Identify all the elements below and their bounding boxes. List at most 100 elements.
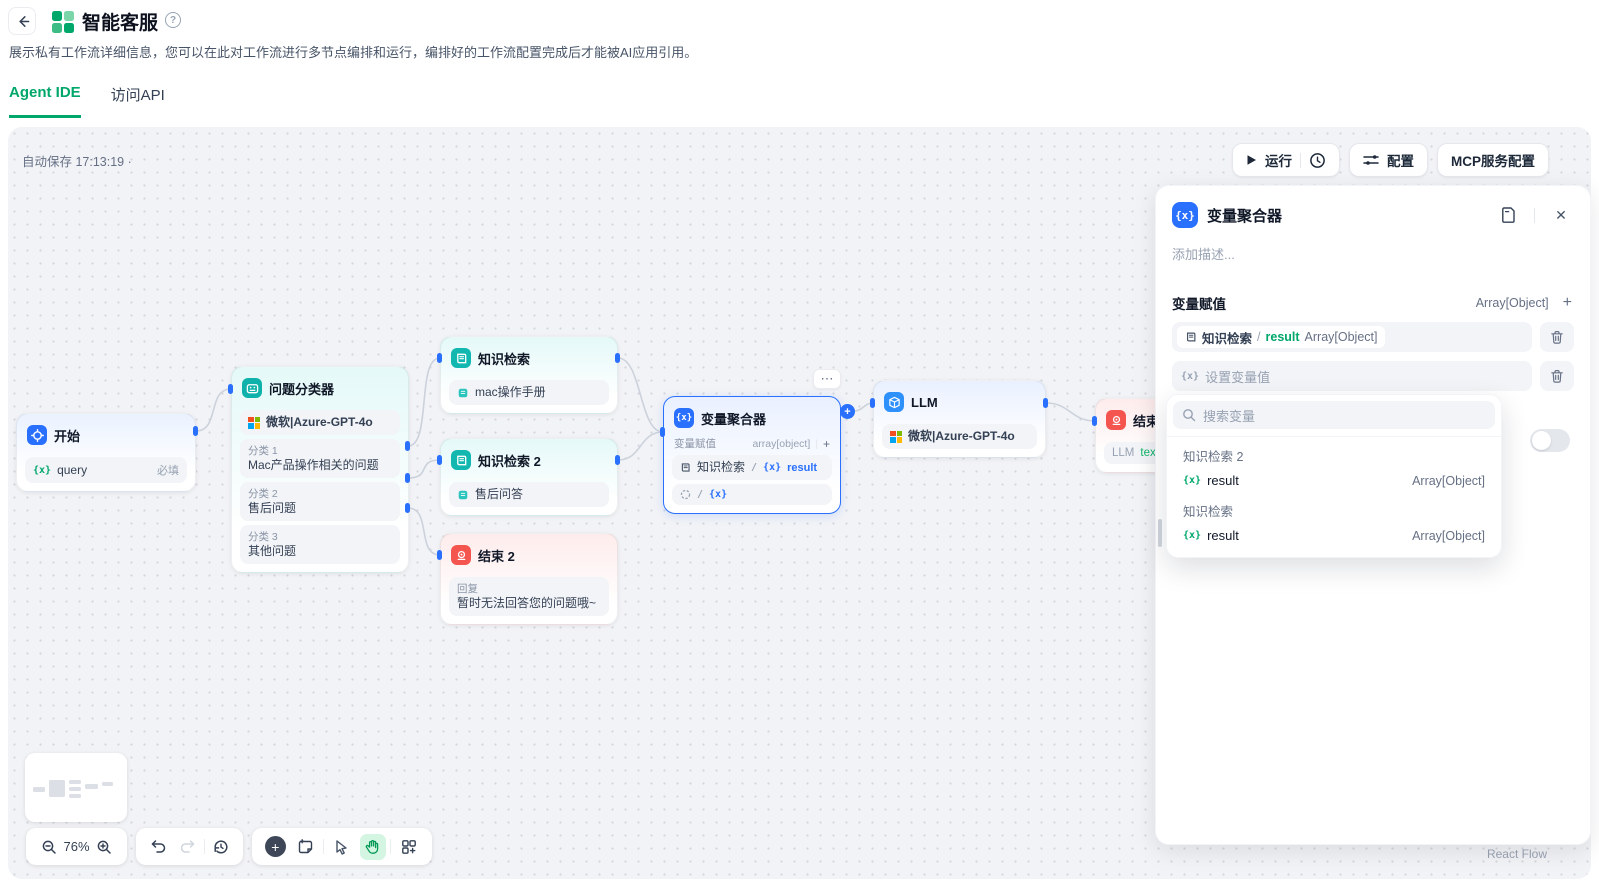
end2-reply-row[interactable]: 回复 暂时无法回答您的问题哦~ [449, 577, 609, 616]
dropdown-group-label: 知识检索 2 [1173, 439, 1495, 467]
panel-scrollbar-thumb[interactable] [1158, 519, 1162, 547]
slash: / [697, 489, 703, 500]
description-placeholder[interactable]: 添加描述... [1156, 228, 1590, 263]
book-icon [1185, 331, 1197, 343]
classifier-model-row[interactable]: 微软|Azure-GPT-4o [240, 410, 400, 435]
classifier-class-2[interactable]: 分类 2 售后问题 [240, 482, 400, 521]
plus-icon: + [271, 839, 279, 855]
zoom-in-button[interactable] [94, 834, 115, 860]
reply-label: 回复 [457, 582, 601, 596]
handle-in-llm[interactable] [870, 398, 875, 408]
assigned-variable-pill[interactable]: 知识检索 / result Array[Object] [1172, 322, 1532, 352]
node-llm[interactable]: LLM 微软|Azure-GPT-4o [873, 380, 1046, 458]
node-question-classifier[interactable]: 问题分类器 微软|Azure-GPT-4o 分类 1 Mac产品操作相关的问题 … [231, 366, 409, 573]
handle-out-kr1[interactable] [615, 353, 620, 363]
dropdown-item-result-kr1[interactable]: {x} result Array[Object] [1173, 522, 1495, 549]
add-note-button[interactable] [293, 834, 319, 860]
node-knowledge-retrieval-2[interactable]: 知识检索 2 售后问答 [440, 438, 618, 516]
add-assignment-button[interactable]: + [1563, 294, 1572, 312]
history-controls [136, 828, 243, 865]
aggregator-ref-row[interactable]: 知识检索 / {x} result [672, 455, 832, 480]
pointer-tool-button[interactable] [329, 834, 355, 860]
assign-label: 变量赋值 [674, 436, 716, 451]
auto-layout-button[interactable] [396, 834, 422, 860]
handle-in-classifier[interactable] [228, 384, 233, 394]
node-knowledge-retrieval[interactable]: 知识检索 mac操作手册 [440, 336, 618, 414]
variable-icon: {x} [709, 489, 727, 500]
llm-model-row[interactable]: 微软|Azure-GPT-4o [882, 424, 1037, 449]
close-panel-button[interactable]: ✕ [1550, 204, 1572, 226]
variable-picker-dropdown: 搜索变量 知识检索 2 {x} result Array[Object] 知识检… [1166, 394, 1502, 558]
handle-out-class-3[interactable] [405, 503, 410, 513]
undo-button[interactable] [146, 834, 172, 860]
redo-button[interactable] [175, 834, 201, 860]
reply-text: 暂时无法回答您的问题哦~ [457, 596, 596, 610]
page-subtitle: 展示私有工作流详细信息，您可以在此对工作流进行多节点编排和运行，编排好的工作流配… [9, 42, 697, 61]
arrow-left-icon [15, 14, 30, 29]
handle-in-end[interactable] [1092, 416, 1097, 426]
set-variable-placeholder: 设置变量值 [1205, 367, 1270, 386]
book-icon [451, 348, 471, 368]
handle-out-kr2[interactable] [615, 455, 620, 465]
microsoft-logo-icon [890, 431, 902, 443]
classifier-class-1[interactable]: 分类 1 Mac产品操作相关的问题 [240, 439, 400, 478]
version-history-button[interactable] [208, 834, 234, 860]
node-end-2[interactable]: 结束 2 回复 暂时无法回答您的问题哦~ [440, 533, 618, 625]
node-config-panel: {x} 变量聚合器 ✕ 添加描述... 变量赋值 Array[Object] +… [1155, 185, 1591, 845]
variable-type: Array[Object] [1412, 529, 1485, 543]
node-variable-aggregator[interactable]: {x} 变量聚合器 变量赋值 array[object] | + 知识检索 / … [663, 396, 841, 514]
delete-row-button[interactable] [1540, 322, 1574, 352]
divider [1167, 436, 1501, 437]
handle-in-end2[interactable] [437, 550, 442, 560]
variable-search-input[interactable]: 搜索变量 [1173, 401, 1495, 429]
variable-name: result [1207, 473, 1239, 488]
search-placeholder: 搜索变量 [1203, 406, 1255, 425]
tab-agent-ide[interactable]: Agent IDE [9, 84, 81, 118]
node-start[interactable]: 开始 {x} query 必填 [16, 413, 196, 492]
help-icon[interactable]: ? [165, 12, 181, 28]
tab-access-api[interactable]: 访问API [111, 84, 165, 118]
minimap[interactable] [25, 753, 127, 822]
ref-node-name: 知识检索 [697, 460, 745, 475]
model-name: 微软|Azure-GPT-4o [908, 429, 1015, 444]
divider [204, 839, 205, 854]
handle-in-aggregator[interactable] [660, 427, 665, 437]
variable-aggregator-icon: {x} [1172, 202, 1198, 228]
node-more-menu-button[interactable]: ⋯ [813, 369, 841, 389]
classifier-class-3[interactable]: 分类 3 其他问题 [240, 525, 400, 564]
start-variable-row[interactable]: {x} query 必填 [25, 457, 187, 483]
set-variable-input[interactable]: {x} 设置变量值 [1172, 361, 1532, 391]
variable-type: Array[Object] [1412, 474, 1485, 488]
dataset-row[interactable]: 售后问答 [449, 482, 609, 507]
handle-in-kr2[interactable] [437, 455, 442, 465]
target-icon [27, 425, 47, 445]
output-toggle[interactable] [1530, 429, 1570, 452]
aggregator-empty-row[interactable]: / {x} [672, 484, 832, 505]
handle-in-kr1[interactable] [437, 353, 442, 363]
node-title: LLM [911, 395, 938, 410]
zoom-out-button[interactable] [38, 834, 59, 860]
handle-out-class-2[interactable] [405, 473, 410, 483]
plus-icon: + [844, 406, 850, 418]
handle-out-class-1[interactable] [405, 441, 410, 451]
add-node-button[interactable]: + [262, 834, 288, 860]
dataset-row[interactable]: mac操作手册 [449, 380, 609, 405]
class-label: 分类 1 [248, 444, 392, 458]
note-file-icon[interactable] [1497, 204, 1519, 226]
model-name: 微软|Azure-GPT-4o [266, 415, 373, 430]
handle-out-llm[interactable] [1043, 398, 1048, 408]
assign-section-type: Array[Object] [1476, 296, 1549, 310]
panel-title: 变量聚合器 [1207, 205, 1488, 226]
delete-row-button[interactable] [1540, 361, 1574, 391]
dropdown-item-result-kr2[interactable]: {x} result Array[Object] [1173, 467, 1495, 494]
add-next-node-button[interactable]: + [840, 404, 855, 419]
back-button[interactable] [8, 7, 36, 35]
hand-tool-button[interactable] [360, 834, 386, 860]
class-label: 分类 3 [248, 530, 392, 544]
node-title: 知识检索 2 [478, 451, 541, 470]
handle-out-start[interactable] [193, 426, 198, 436]
tab-bar: Agent IDE 访问API [9, 84, 165, 118]
zoom-controls: 76% [26, 828, 127, 865]
ref-node-name: 知识检索 [1202, 328, 1252, 347]
add-variable-button[interactable]: + [823, 437, 830, 451]
